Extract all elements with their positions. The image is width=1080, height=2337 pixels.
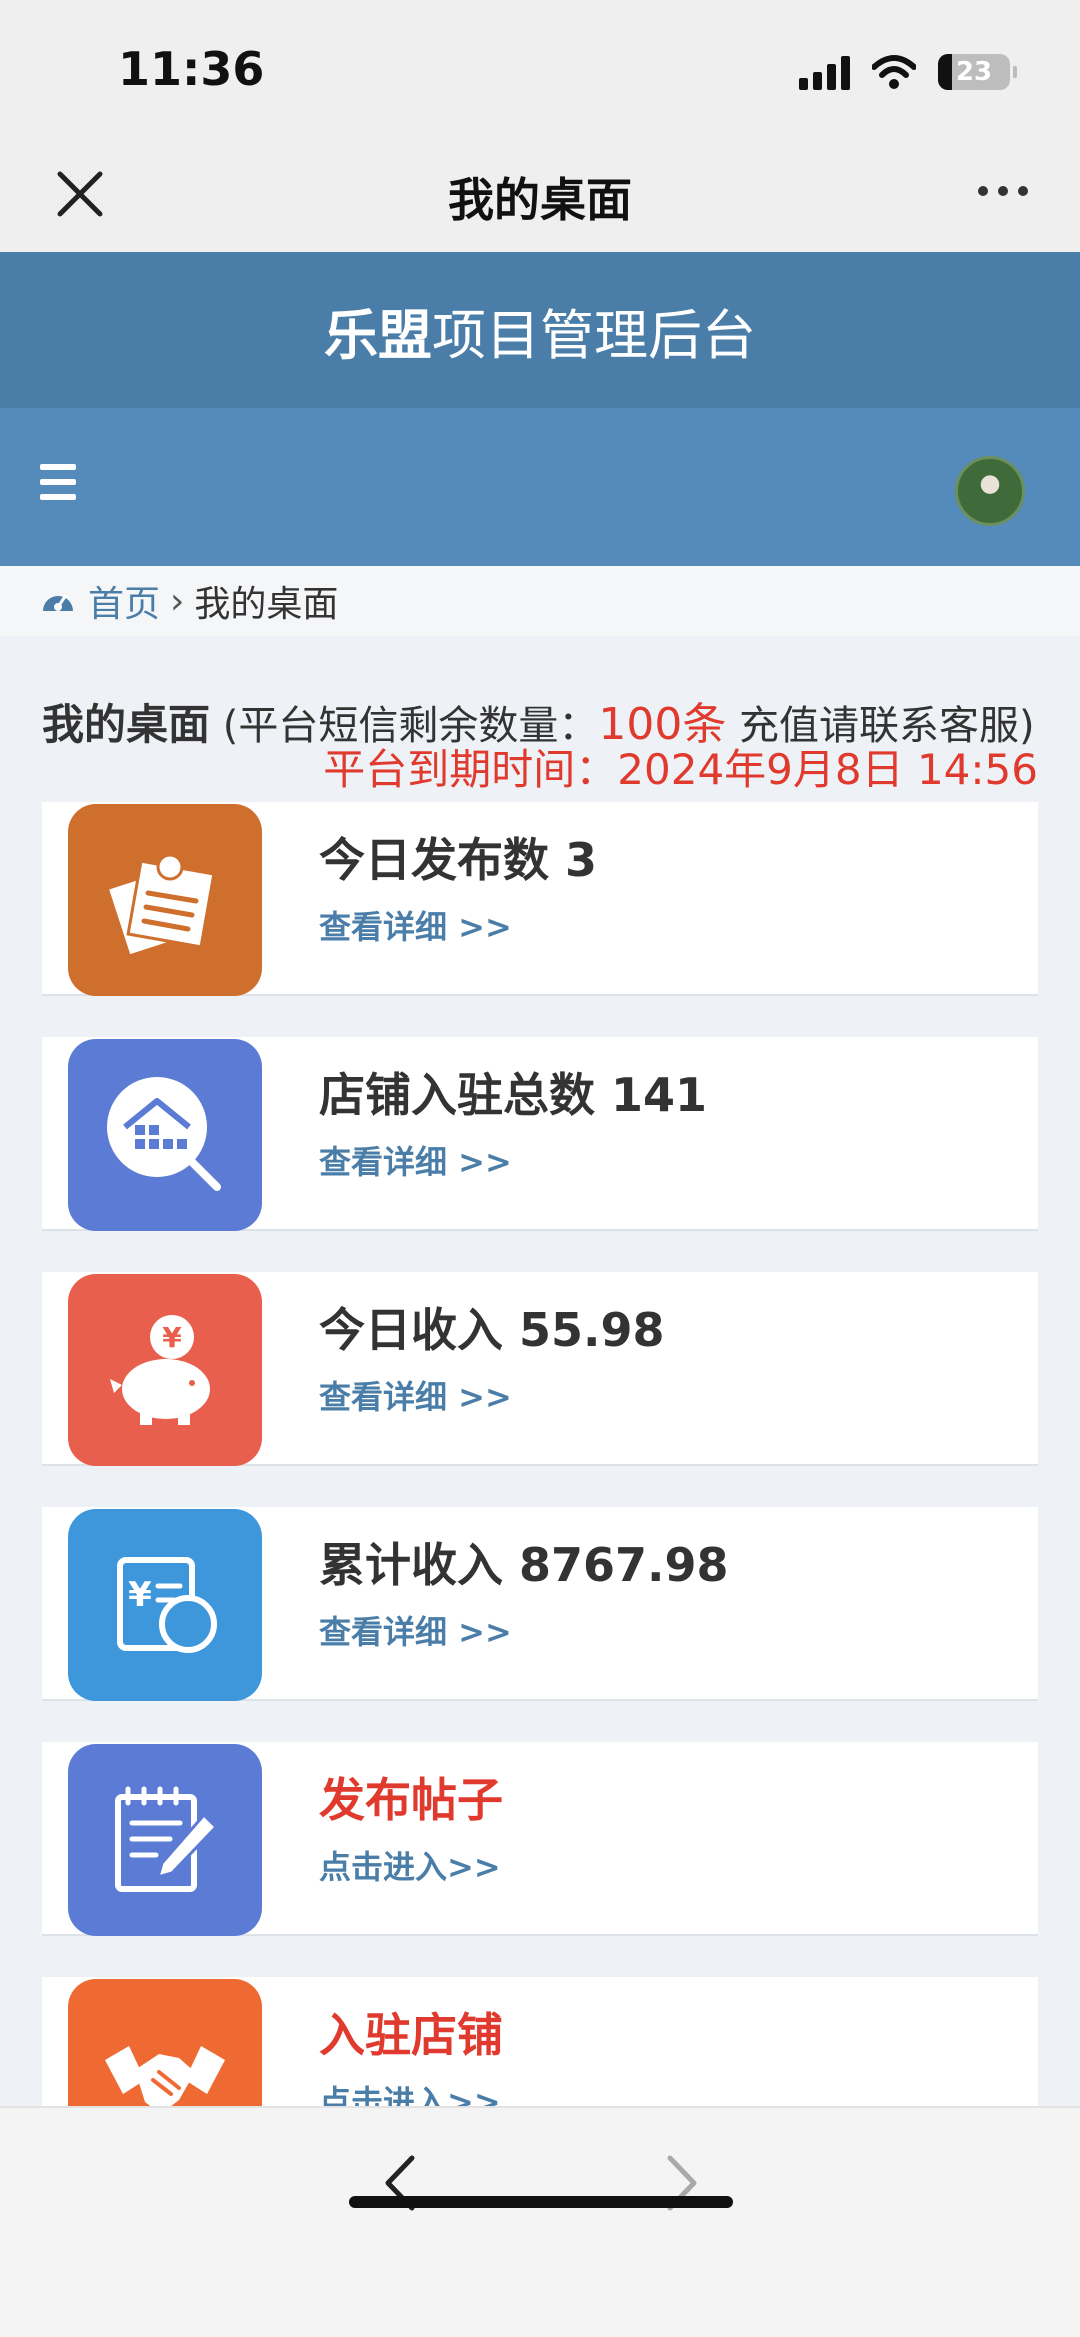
card-icon-bg	[68, 1744, 262, 1936]
signal-icon	[799, 54, 850, 90]
status-time: 11:36	[118, 42, 265, 96]
battery-level: 23	[955, 57, 993, 87]
app-brand: 乐盟	[324, 303, 432, 367]
heading-open-paren: (	[210, 703, 239, 749]
enter-link[interactable]: 点击进入>>	[319, 1842, 501, 1888]
ledger-coin-icon: ¥	[117, 1557, 217, 1653]
toolbar	[0, 408, 1080, 566]
piggy-bank-icon: ¥	[110, 1315, 210, 1425]
home-indicator	[349, 2196, 733, 2208]
card-today-posts[interactable]: 今日发布数 3 查看详细 >>	[42, 802, 1038, 996]
browser-bottom-bar	[0, 2106, 1080, 2337]
app-subtitle: 项目管理后台	[432, 303, 756, 367]
nav-bar: 我的桌面	[0, 140, 1080, 252]
card-icon-bg: ¥	[68, 1274, 262, 1466]
avatar[interactable]	[955, 456, 1025, 526]
menu-icon[interactable]	[40, 464, 76, 500]
dashboard-icon	[43, 594, 73, 611]
wifi-icon	[872, 55, 916, 89]
card-today-income[interactable]: ¥ 今日收入 55.98 查看详细 >>	[42, 1272, 1038, 1466]
expire-label: 平台到期时间：	[323, 745, 618, 794]
breadcrumb-current: 我的桌面	[194, 584, 339, 625]
view-details-link[interactable]: 查看详细 >>	[319, 902, 512, 948]
page-title: 我的桌面	[42, 700, 211, 749]
store-search-icon	[107, 1077, 221, 1191]
forward-arrow-icon[interactable]	[656, 2146, 706, 2220]
card-title: 今日发布数 3	[319, 833, 598, 887]
more-icon[interactable]	[978, 186, 1028, 196]
svg-text:¥: ¥	[162, 1321, 182, 1354]
svg-text:¥: ¥	[128, 1575, 152, 1615]
view-details-link[interactable]: 查看详细 >>	[319, 1607, 512, 1653]
battery-icon: 23	[938, 54, 1017, 90]
card-title: 发布帖子	[319, 1773, 503, 1827]
breadcrumb-home[interactable]: 首页	[88, 575, 160, 627]
breadcrumb-separator: ›	[170, 580, 185, 622]
card-total-income[interactable]: ¥ 累计收入 8767.98 查看详细 >>	[42, 1507, 1038, 1701]
back-arrow-icon[interactable]	[376, 2146, 426, 2220]
card-publish-post[interactable]: 发布帖子 点击进入>>	[42, 1742, 1038, 1936]
notes-pin-icon	[109, 853, 216, 955]
nav-title: 我的桌面	[448, 173, 632, 227]
card-icon-bg	[68, 1039, 262, 1231]
card-store-total[interactable]: 店铺入驻总数 141 查看详细 >>	[42, 1037, 1038, 1231]
view-details-link[interactable]: 查看详细 >>	[319, 1137, 512, 1183]
card-title: 入驻店铺	[319, 2008, 503, 2062]
expire-value: 2024年9月8日 14:56	[617, 745, 1038, 794]
card-title: 今日收入 55.98	[319, 1303, 665, 1357]
card-title: 累计收入 8767.98	[319, 1538, 729, 1592]
edit-note-icon	[115, 1786, 219, 1892]
app-header: 乐盟 项目管理后台	[0, 252, 1080, 408]
view-details-link[interactable]: 查看详细 >>	[319, 1372, 512, 1418]
expire-info: 平台到期时间：2024年9月8日 14:56	[323, 736, 1038, 797]
card-title: 店铺入驻总数 141	[319, 1068, 708, 1122]
breadcrumb: 首页 › 我的桌面	[0, 566, 1080, 636]
status-icons: 23	[799, 50, 1017, 94]
card-icon-bg: ¥	[68, 1509, 262, 1701]
status-bar: 11:36 23	[0, 0, 1080, 140]
card-icon-bg	[68, 804, 262, 996]
